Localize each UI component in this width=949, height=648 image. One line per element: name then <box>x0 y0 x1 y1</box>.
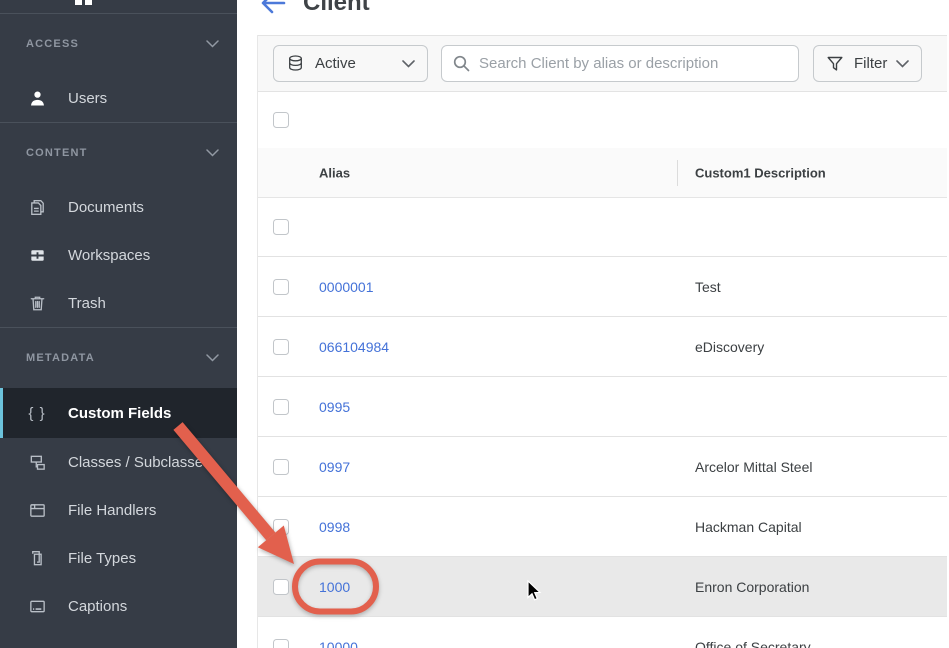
sidebar-item-file-handlers[interactable]: File Handlers <box>0 486 237 534</box>
table-row[interactable]: 0998 Hackman Capital <box>258 497 947 557</box>
user-icon <box>26 89 48 108</box>
client-list-card: Active <box>257 35 947 648</box>
page-title: Client <box>303 0 370 17</box>
window-icon <box>26 501 48 520</box>
client-description: Test <box>695 279 721 295</box>
pages-icon <box>26 549 48 568</box>
sidebar-section-content: CONTENT Documents Workspaces Trash <box>0 122 237 327</box>
hierarchy-icon <box>26 453 48 472</box>
column-header-custom1-description[interactable]: Custom1 Description <box>695 165 826 180</box>
sidebar-item-classes-subclasses[interactable]: Classes / Subclasses <box>0 438 237 486</box>
sidebar-item-file-types[interactable]: File Types <box>0 534 237 582</box>
search-input[interactable] <box>479 55 779 72</box>
sidebar-section-metadata: METADATA { } Custom Fields Classes / Subcla… <box>0 327 237 648</box>
sidebar-item-label: File Handlers <box>68 502 156 519</box>
row-checkbox[interactable] <box>273 219 289 235</box>
sidebar-item-label: Documents <box>68 199 144 216</box>
table-row[interactable]: 10000 Office of Secretary <box>258 617 947 648</box>
toolbar: Active <box>258 35 947 92</box>
search-box <box>441 45 799 82</box>
database-icon <box>286 54 305 73</box>
sidebar-item-label: Custom Fields <box>68 405 171 422</box>
client-alias-link[interactable]: 0998 <box>319 519 350 535</box>
table-row[interactable] <box>258 198 947 257</box>
search-icon <box>452 54 471 73</box>
chevron-down-icon <box>896 60 909 68</box>
logo-fragment-icon <box>75 0 82 5</box>
client-alias-link[interactable]: 066104984 <box>319 339 389 355</box>
page-header: Client <box>259 0 370 18</box>
chevron-down-icon <box>206 40 219 48</box>
table-header: Alias Custom1 Description <box>258 148 947 198</box>
documents-icon <box>26 198 48 217</box>
chevron-down-icon <box>206 354 219 362</box>
section-label: CONTENT <box>26 147 88 159</box>
filter-label: Filter <box>854 55 887 72</box>
sidebar-section-access: ACCESS Users <box>0 14 237 122</box>
sidebar-item-label: Captions <box>68 598 127 615</box>
client-description: Arcelor Mittal Steel <box>695 459 812 475</box>
sidebar-item-users[interactable]: Users <box>0 74 237 122</box>
caption-icon <box>26 597 48 616</box>
sidebar-item-label: Users <box>68 90 107 107</box>
logo-fragment-icon <box>85 0 92 5</box>
status-filter-value: Active <box>315 55 356 72</box>
row-checkbox[interactable] <box>273 579 289 595</box>
client-alias-link[interactable]: 0000001 <box>319 279 374 295</box>
sidebar-item-workspaces[interactable]: Workspaces <box>0 231 237 279</box>
column-divider <box>677 160 678 186</box>
sidebar-item-label: Trash <box>68 295 106 312</box>
row-checkbox[interactable] <box>273 639 289 648</box>
sidebar-logo-cut <box>0 0 237 14</box>
trash-icon <box>26 294 48 313</box>
sidebar-item-label: Workspaces <box>68 247 150 264</box>
table-row[interactable]: 0995 <box>258 377 947 437</box>
client-description: Enron Corporation <box>695 579 809 595</box>
filter-button[interactable]: Filter <box>813 45 922 82</box>
table-row[interactable]: 066104984 eDiscovery <box>258 317 947 377</box>
sidebar-section-header-access[interactable]: ACCESS <box>0 14 237 74</box>
workspaces-icon <box>26 246 48 265</box>
sidebar-sections: ACCESS Users CONTENT Documents Workspaces Tra… <box>0 14 237 648</box>
sidebar: ACCESS Users CONTENT Documents Workspaces Tra… <box>0 0 237 648</box>
main-content: Client Active <box>237 0 949 648</box>
sidebar-item-label: File Types <box>68 550 136 567</box>
sidebar-section-header-content[interactable]: CONTENT <box>0 123 237 183</box>
select-all-row <box>258 92 947 148</box>
row-checkbox[interactable] <box>273 399 289 415</box>
sidebar-item-documents[interactable]: Documents <box>0 183 237 231</box>
client-description: Office of Secretary <box>695 639 811 648</box>
sidebar-item-trash[interactable]: Trash <box>0 279 237 327</box>
row-checkbox[interactable] <box>273 459 289 475</box>
client-description: eDiscovery <box>695 339 764 355</box>
back-arrow-icon[interactable] <box>259 0 287 16</box>
chevron-down-icon <box>402 60 415 68</box>
client-alias-link[interactable]: 0995 <box>319 399 350 415</box>
select-all-checkbox[interactable] <box>273 112 289 128</box>
sidebar-item-custom-fields[interactable]: { } Custom Fields <box>0 388 237 438</box>
status-filter-dropdown[interactable]: Active <box>273 45 428 82</box>
app-window: ACCESS Users CONTENT Documents Workspaces Tra… <box>0 0 949 648</box>
client-alias-link[interactable]: 0997 <box>319 459 350 475</box>
table-row[interactable]: 0000001 Test <box>258 257 947 317</box>
section-label: METADATA <box>26 352 95 364</box>
table-body: 0000001 Test 066104984 eDiscovery 0995 0997 Ar… <box>258 198 947 648</box>
braces-icon: { } <box>26 405 48 422</box>
client-alias-link[interactable]: 10000 <box>319 639 358 648</box>
row-checkbox[interactable] <box>273 519 289 535</box>
sidebar-item-captions[interactable]: Captions <box>0 582 237 630</box>
row-checkbox[interactable] <box>273 339 289 355</box>
client-alias-link[interactable]: 1000 <box>319 579 350 595</box>
row-checkbox[interactable] <box>273 279 289 295</box>
table-row[interactable]: 1000 Enron Corporation <box>258 557 947 617</box>
sidebar-item-label: Classes / Subclasses <box>68 454 211 471</box>
chevron-down-icon <box>206 149 219 157</box>
section-label: ACCESS <box>26 38 79 50</box>
table-row[interactable]: 0997 Arcelor Mittal Steel <box>258 437 947 497</box>
sidebar-section-header-metadata[interactable]: METADATA <box>0 328 237 388</box>
funnel-icon <box>826 55 844 73</box>
client-description: Hackman Capital <box>695 519 802 535</box>
column-header-alias[interactable]: Alias <box>319 165 350 180</box>
